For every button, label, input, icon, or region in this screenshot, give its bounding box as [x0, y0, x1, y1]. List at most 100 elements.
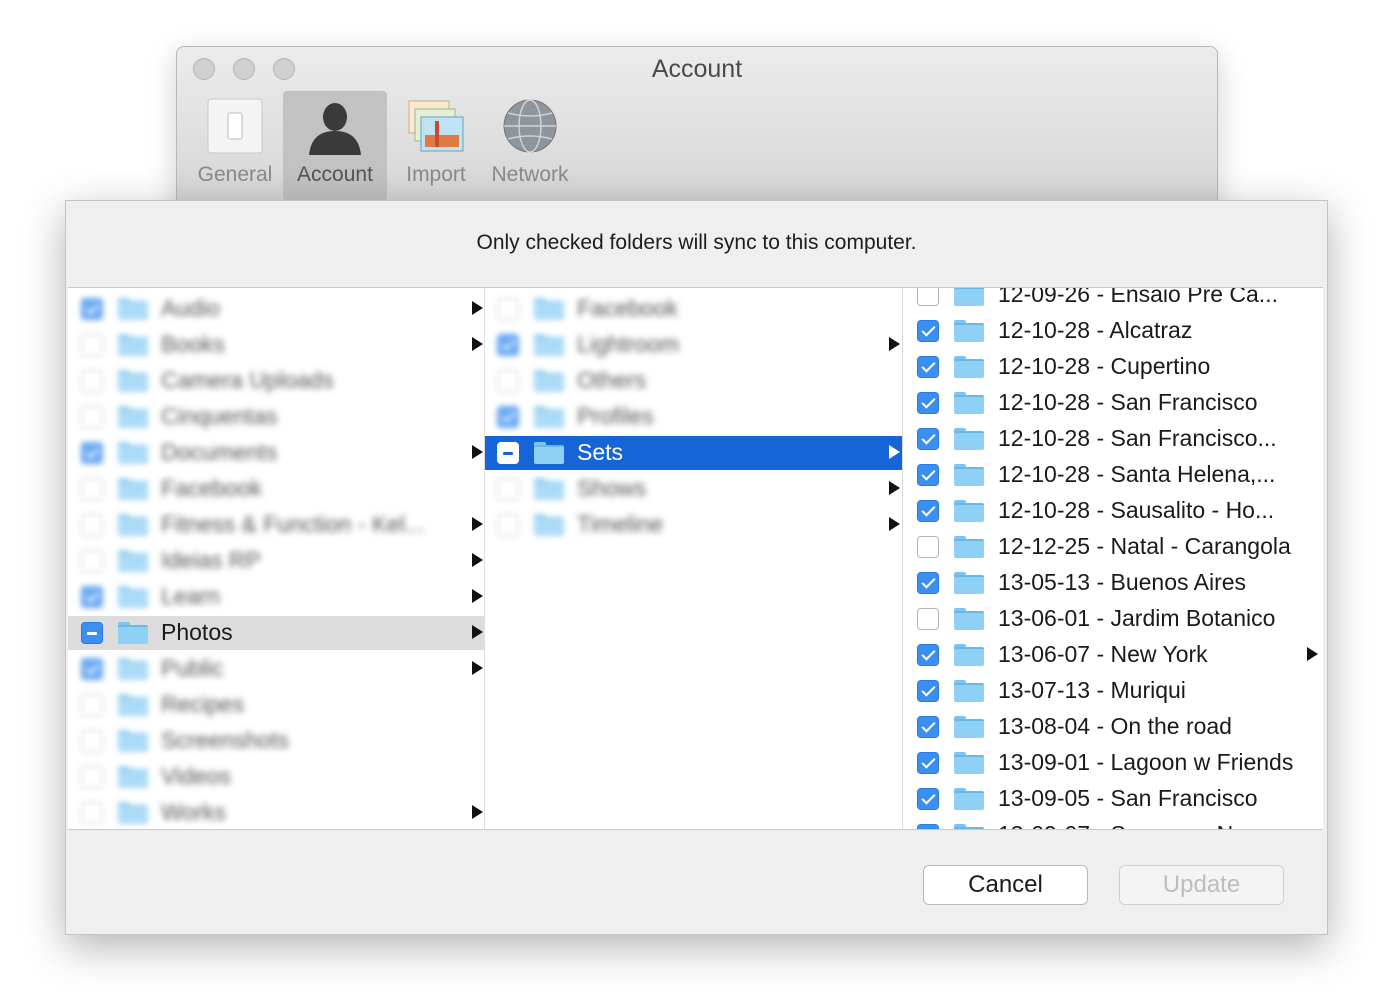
- sync-checkbox[interactable]: [81, 802, 103, 824]
- sync-checkbox[interactable]: [81, 550, 103, 572]
- disclosure-arrow-icon[interactable]: [472, 517, 483, 531]
- sync-checkbox[interactable]: [917, 500, 939, 522]
- toolbar-account[interactable]: Account: [283, 91, 387, 201]
- col3-row[interactable]: 12-10-28 - Santa Helena,...: [903, 458, 1323, 492]
- col2-row[interactable]: Timeline: [485, 508, 902, 542]
- sync-checkbox[interactable]: [81, 406, 103, 428]
- sync-checkbox[interactable]: [917, 536, 939, 558]
- sync-checkbox[interactable]: [81, 694, 103, 716]
- col3-row[interactable]: 12-10-28 - Cupertino: [903, 350, 1323, 384]
- col3-row[interactable]: 12-12-25 - Natal - Carangola: [903, 530, 1323, 564]
- col1-row[interactable]: Public: [68, 652, 484, 686]
- sync-checkbox[interactable]: [81, 334, 103, 356]
- sync-checkbox[interactable]: [81, 586, 103, 608]
- col3-row[interactable]: 12-09-26 - Ensaio Pre Ca...: [903, 288, 1323, 312]
- disclosure-arrow-icon[interactable]: [889, 445, 900, 459]
- sync-checkbox[interactable]: [81, 514, 103, 536]
- cancel-button[interactable]: Cancel: [923, 865, 1088, 905]
- sync-checkbox[interactable]: [81, 658, 103, 680]
- sync-checkbox[interactable]: [497, 370, 519, 392]
- sync-checkbox[interactable]: [497, 406, 519, 428]
- sync-checkbox[interactable]: [81, 298, 103, 320]
- col3-row[interactable]: 12-10-28 - San Francisco: [903, 386, 1323, 420]
- sync-checkbox[interactable]: [81, 478, 103, 500]
- col1-row[interactable]: Screenshots: [68, 724, 484, 758]
- col3-row[interactable]: 13-09-05 - San Francisco: [903, 782, 1323, 816]
- disclosure-arrow-icon[interactable]: [889, 517, 900, 531]
- disclosure-arrow-icon[interactable]: [1307, 647, 1318, 661]
- folder-column-3[interactable]: 12-09-26 - Ensaio Pre Ca... 12-10-28 - Al…: [903, 288, 1323, 829]
- sync-checkbox[interactable]: [917, 392, 939, 414]
- disclosure-arrow-icon[interactable]: [889, 337, 900, 351]
- folder-icon: [118, 334, 148, 356]
- sync-checkbox[interactable]: [917, 320, 939, 342]
- sync-checkbox[interactable]: [497, 334, 519, 356]
- sync-checkbox[interactable]: [917, 428, 939, 450]
- disclosure-arrow-icon[interactable]: [472, 445, 483, 459]
- sync-checkbox[interactable]: [81, 442, 103, 464]
- col3-row[interactable]: 13-09-01 - Lagoon w Friends: [903, 746, 1323, 780]
- disclosure-arrow-icon[interactable]: [472, 337, 483, 351]
- folder-column-1[interactable]: Audio Books Camera Uploads Cinquentas Docume…: [68, 288, 485, 829]
- toolbar-import[interactable]: Import: [391, 91, 481, 201]
- col1-row[interactable]: Works: [68, 796, 484, 829]
- sync-checkbox[interactable]: [81, 730, 103, 752]
- col2-row[interactable]: Profiles: [485, 400, 902, 434]
- disclosure-arrow-icon[interactable]: [472, 589, 483, 603]
- col1-row[interactable]: Books: [68, 328, 484, 362]
- col1-row[interactable]: Ideias RP: [68, 544, 484, 578]
- col1-row[interactable]: Audio: [68, 292, 484, 326]
- col3-row[interactable]: 13-06-07 - New York: [903, 638, 1323, 672]
- col1-row[interactable]: Photos: [68, 616, 484, 650]
- col1-row[interactable]: Recipes: [68, 688, 484, 722]
- disclosure-arrow-icon[interactable]: [472, 625, 483, 639]
- disclosure-arrow-icon[interactable]: [889, 481, 900, 495]
- sync-checkbox[interactable]: [497, 442, 519, 464]
- col3-row[interactable]: 13-08-04 - On the road: [903, 710, 1323, 744]
- sync-checkbox[interactable]: [81, 766, 103, 788]
- col3-row[interactable]: 12-10-28 - Sausalito - Ho...: [903, 494, 1323, 528]
- sync-checkbox[interactable]: [917, 356, 939, 378]
- sync-checkbox[interactable]: [81, 622, 103, 644]
- col3-row[interactable]: 12-10-28 - Alcatraz: [903, 314, 1323, 348]
- disclosure-arrow-icon[interactable]: [472, 805, 483, 819]
- update-button[interactable]: Update: [1119, 865, 1284, 905]
- sync-checkbox[interactable]: [917, 680, 939, 702]
- disclosure-arrow-icon[interactable]: [472, 553, 483, 567]
- col3-row[interactable]: 13-07-13 - Muriqui: [903, 674, 1323, 708]
- folder-column-2[interactable]: Facebook Lightroom Others Profiles Sets Shows…: [485, 288, 903, 829]
- col1-row[interactable]: Facebook: [68, 472, 484, 506]
- sync-checkbox[interactable]: [917, 288, 939, 306]
- sync-checkbox[interactable]: [917, 608, 939, 630]
- sync-checkbox[interactable]: [917, 824, 939, 829]
- col1-row[interactable]: Documents: [68, 436, 484, 470]
- sync-checkbox[interactable]: [917, 644, 939, 666]
- col2-row[interactable]: Facebook: [485, 292, 902, 326]
- sync-checkbox[interactable]: [497, 298, 519, 320]
- col1-row[interactable]: Cinquentas: [68, 400, 484, 434]
- col2-row[interactable]: Lightroom: [485, 328, 902, 362]
- col1-row[interactable]: Fitness & Function - Kel...: [68, 508, 484, 542]
- col2-row[interactable]: Sets: [485, 436, 902, 470]
- col2-row[interactable]: Others: [485, 364, 902, 398]
- sync-checkbox[interactable]: [917, 716, 939, 738]
- toolbar-general[interactable]: General: [187, 91, 283, 201]
- col3-row[interactable]: 13-09-07 - Sonoma - N...: [903, 818, 1323, 829]
- col1-row[interactable]: Videos: [68, 760, 484, 794]
- sync-checkbox[interactable]: [497, 514, 519, 536]
- sync-checkbox[interactable]: [917, 464, 939, 486]
- sync-checkbox[interactable]: [81, 370, 103, 392]
- col3-row[interactable]: 13-06-01 - Jardim Botanico: [903, 602, 1323, 636]
- col1-row[interactable]: Camera Uploads: [68, 364, 484, 398]
- sync-checkbox[interactable]: [917, 788, 939, 810]
- col3-row[interactable]: 12-10-28 - San Francisco...: [903, 422, 1323, 456]
- toolbar-network[interactable]: Network: [481, 91, 579, 201]
- sync-checkbox[interactable]: [917, 752, 939, 774]
- col2-row[interactable]: Shows: [485, 472, 902, 506]
- disclosure-arrow-icon[interactable]: [472, 301, 483, 315]
- sync-checkbox[interactable]: [497, 478, 519, 500]
- col1-row[interactable]: Learn: [68, 580, 484, 614]
- col3-row[interactable]: 13-05-13 - Buenos Aires: [903, 566, 1323, 600]
- disclosure-arrow-icon[interactable]: [472, 661, 483, 675]
- sync-checkbox[interactable]: [917, 572, 939, 594]
